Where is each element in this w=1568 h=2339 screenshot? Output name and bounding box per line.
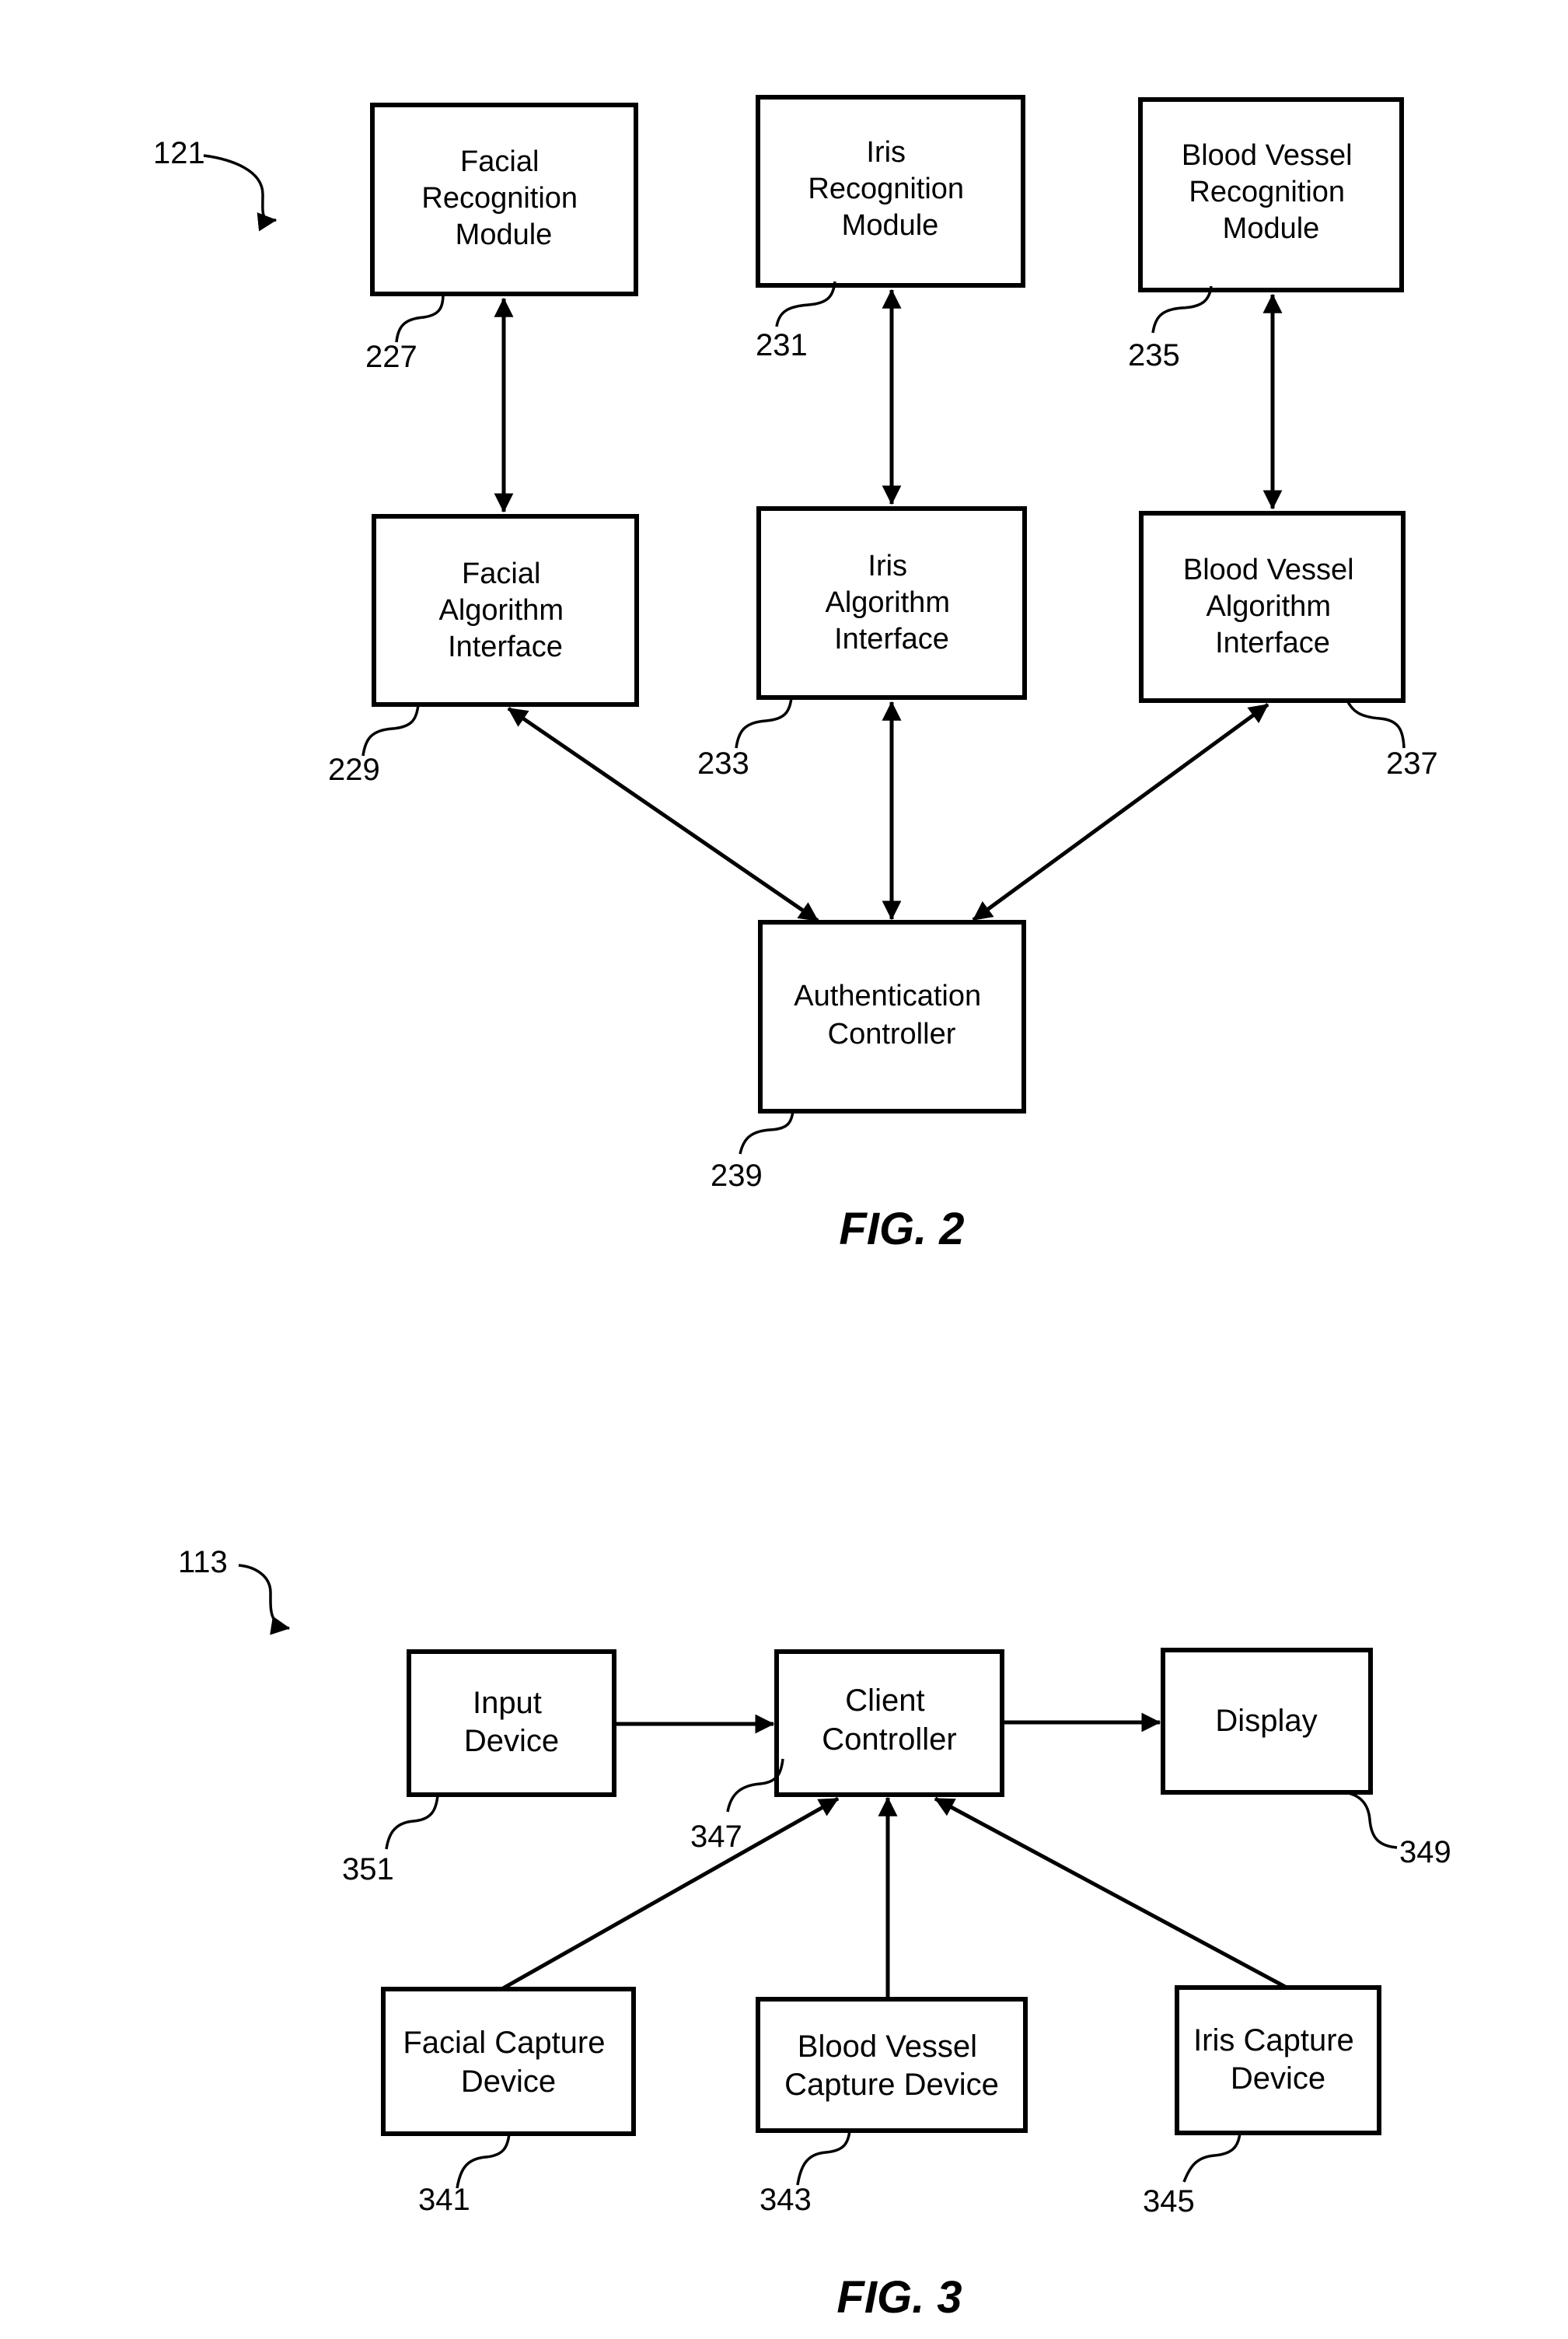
box-line: Recognition	[1189, 176, 1345, 208]
ref-label-347: 347	[690, 1820, 742, 1854]
iris-algorithm-interface: Iris Algorithm Interface	[756, 506, 1027, 700]
leader-line-239	[739, 1110, 794, 1155]
box-line: Interface	[448, 631, 563, 663]
box-line: Iris Capture	[1193, 2023, 1354, 2058]
connector-facial-capture-to-controller	[501, 1796, 840, 1991]
ref-label-345: 345	[1143, 2184, 1195, 2218]
figure-3: 113 Input Device 351 Client Controller 3…	[178, 1545, 1451, 2323]
leader-line-351	[385, 1795, 439, 1850]
figure-caption: FIG. 3	[836, 2272, 962, 2323]
box-line: Blood Vessel	[1183, 554, 1354, 586]
box-line: Display	[1215, 1704, 1317, 1738]
ref-label-121: 121	[153, 136, 205, 170]
figure-2: 121 Facial Recognition Module 227 Iris R…	[153, 95, 1438, 1254]
client-controller: Client Controller	[774, 1649, 1004, 1797]
figure-caption: FIG. 2	[839, 1204, 964, 1254]
display: Display	[1161, 1648, 1373, 1795]
leader-line-341	[456, 2133, 511, 2189]
ref-label-233: 233	[697, 746, 749, 781]
iris-capture-device: Iris Capture Device	[1175, 1985, 1381, 2135]
box-line: Recognition	[808, 173, 964, 205]
leader-line-237	[1346, 700, 1406, 749]
box-line: Algorithm	[438, 594, 564, 627]
system-arrow-icon	[203, 154, 278, 232]
box-line: Input	[473, 1686, 542, 1720]
leader-line-349	[1344, 1791, 1398, 1849]
box-line: Module	[1223, 212, 1320, 245]
connector-iris-capture-to-controller	[934, 1796, 1288, 1990]
iris-recognition-module: Iris Recognition Module	[756, 95, 1025, 288]
leader-line-235	[1151, 285, 1213, 334]
ref-label-343: 343	[760, 2183, 812, 2217]
ref-label-235: 235	[1128, 338, 1180, 372]
ref-label-239: 239	[711, 1159, 763, 1193]
svg-text:Display: Display	[1215, 1704, 1317, 1738]
box-line: Device	[461, 2065, 556, 2099]
leader-line-233	[735, 697, 793, 749]
leader-line-343	[796, 2130, 851, 2186]
ref-label-237: 237	[1386, 746, 1438, 781]
box-line: Iris	[868, 550, 907, 582]
box-line: Device	[1231, 2061, 1325, 2096]
box-line: Module	[456, 219, 553, 251]
patent-drawing: 121 Facial Recognition Module 227 Iris R…	[153, 95, 1451, 2323]
facial-capture-device: Facial Capture Device	[381, 1987, 636, 2136]
box-line: Controller	[822, 1722, 956, 1757]
system-arrow-icon	[238, 1564, 291, 1635]
leader-line-227	[395, 293, 445, 343]
ref-label-231: 231	[756, 328, 808, 362]
ref-label-351: 351	[342, 1852, 394, 1886]
input-device: Input Device	[407, 1649, 616, 1797]
box-line: Iris	[866, 136, 906, 169]
box-line: Algorithm	[825, 586, 950, 619]
box-line: Interface	[1215, 627, 1330, 659]
box-line: Algorithm	[1206, 590, 1331, 623]
box-line: Module	[842, 209, 939, 242]
connector-facial-interface-controller	[507, 706, 819, 923]
authentication-controller: Authentication Controller	[758, 920, 1026, 1114]
box-line: Capture Device	[784, 2068, 999, 2102]
leader-line-229	[361, 704, 420, 757]
ref-label-349: 349	[1399, 1835, 1451, 1869]
ref-label-227: 227	[365, 340, 417, 374]
blood-vessel-recognition-module: Blood Vessel Recognition Module	[1138, 97, 1404, 292]
box-line: Device	[464, 1724, 559, 1758]
leader-line-231	[775, 281, 836, 327]
facial-recognition-module: Facial Recognition Module	[370, 103, 638, 296]
box-line: Recognition	[421, 182, 578, 215]
facial-algorithm-interface: Facial Algorithm Interface	[372, 514, 639, 707]
ref-label-229: 229	[328, 753, 380, 787]
box-line: Blood Vessel	[1182, 139, 1353, 172]
box-line: Interface	[834, 623, 949, 656]
box-line: Facial	[462, 558, 540, 590]
connector-blood-vessel-interface-controller	[972, 702, 1269, 922]
box-line: Facial	[460, 145, 539, 178]
ref-label-341: 341	[418, 2183, 470, 2217]
blood-vessel-capture-device: Blood Vessel Capture Device	[756, 1997, 1028, 2133]
leader-line-345	[1182, 2132, 1241, 2183]
box-line: Facial Capture	[403, 2026, 605, 2060]
box-line: Controller	[828, 1018, 956, 1051]
ref-label-113: 113	[178, 1545, 228, 1579]
blood-vessel-algorithm-interface: Blood Vessel Algorithm Interface	[1139, 511, 1406, 703]
box-line: Client	[845, 1683, 924, 1718]
box-line: Authentication	[794, 980, 981, 1012]
box-line: Blood Vessel	[798, 2030, 977, 2064]
